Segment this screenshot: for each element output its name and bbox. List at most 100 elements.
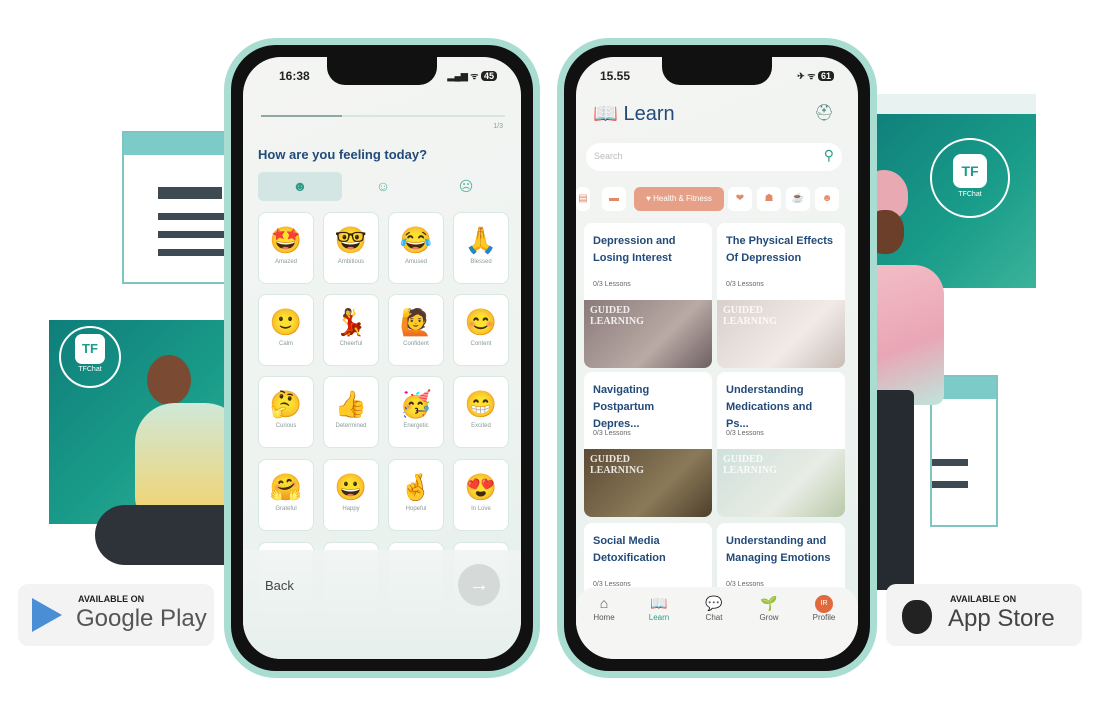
emotion-label: Confident [403,341,429,347]
emotion-in-love[interactable]: 😍 In Love [453,459,509,531]
course-title: Understanding Medications and Ps... [726,384,813,430]
search-input[interactable]: Search ⚲ [586,143,842,171]
nav-label: Chat [705,613,723,622]
bottom-bar: Back → [243,550,521,659]
reader-icon[interactable]: ⛑ [814,103,834,123]
course-title: Social Media Detoxification [593,535,666,564]
nav-label: Home [593,613,615,622]
category-chip-mind[interactable]: ☻ [815,187,839,211]
emotion-label: Calm [278,341,293,347]
emoji-icon: 😁 [464,389,498,419]
app-store-badge[interactable]: AVAILABLE ON App Store [886,584,1082,646]
emotion-label: Cheerful [339,341,363,347]
decor-line [158,187,222,199]
decor-window-left [122,131,226,284]
emoji-icon: 🙂 [269,307,303,337]
emoji-icon: 🤓 [334,225,368,255]
emotion-content[interactable]: 😊 Content [453,294,509,366]
category-chip-habits[interactable]: ☕ [786,187,810,211]
emotion-amazed[interactable]: 🤩 Amazed [258,212,314,284]
emotion-amused[interactable]: 😂 Amused [388,212,444,284]
emoji-icon: 💃 [334,307,368,337]
phone-screen: 15.55 ✈ ᯤ 61 📖 Learn ⛑ Search ⚲ ▤ ▬ ♥ He… [576,57,858,659]
next-button[interactable]: → [458,564,500,606]
emotion-excited[interactable]: 😁 Excited [453,376,509,448]
emoji-icon: 😍 [464,472,498,502]
learn-icon: 📖 [650,595,668,611]
sad-face-icon: ☹ [458,178,474,194]
emotion-label: Excited [471,423,491,429]
tfchat-logo-mark: TF [953,154,987,188]
decor-line [158,249,224,256]
emotion-label: Blessed [470,259,492,265]
nav-home[interactable]: ⌂ Home [584,595,624,622]
emotion-ambitious[interactable]: 🤓 Ambitious [323,212,379,284]
category-chip-work[interactable]: ▬ [602,187,626,211]
image-caption: GUIDED LEARNING [590,305,644,327]
lesson-count: 0/3 Lessons [726,281,764,288]
course-card[interactable]: Navigating Postpartum Depres... 0/3 Lesso… [584,372,712,517]
course-card[interactable]: The Physical Effects Of Depression 0/3 Le… [717,223,845,368]
category-chip-relationships[interactable]: ❤ [728,187,752,211]
category-chip-family[interactable]: ☗ [757,187,781,211]
course-title: Understanding and Managing Emotions [726,535,831,564]
search-icon[interactable]: ⚲ [824,147,834,164]
emotion-curious[interactable]: 🤔 Curious [258,376,314,448]
emoji-icon: 🤞 [399,472,433,502]
mood-tab-sad[interactable]: ☹ [424,172,508,201]
course-card[interactable]: Depression and Losing Interest 0/3 Lesson… [584,223,712,368]
back-button[interactable]: Back [265,578,294,593]
emotion-label: In Love [471,506,491,512]
man-head [147,355,191,405]
emoji-icon: 😂 [399,225,433,255]
badge-small-text: AVAILABLE ON [78,594,145,604]
home-icon: ⌂ [599,595,609,611]
emotion-label: Energetic [403,423,429,429]
mood-tab-happy[interactable]: ☻ [258,172,342,201]
category-chip-health-fitness[interactable]: ♥ Health & Fitness [634,187,724,211]
apple-icon [902,600,932,634]
emotion-label: Amused [404,259,427,265]
google-play-badge[interactable]: AVAILABLE ON Google Play [18,584,214,646]
emoji-icon: 🙏 [464,225,498,255]
emotion-happy[interactable]: 😀 Happy [323,459,379,531]
grow-icon: 🌱 [760,595,778,611]
category-chip[interactable]: ▤ [576,187,590,211]
nav-label: Profile [812,613,836,622]
nav-label: Grow [759,613,779,622]
nav-grow[interactable]: 🌱 Grow [749,595,789,622]
nav-learn[interactable]: 📖 Learn [639,595,679,622]
emotion-blessed[interactable]: 🙏 Blessed [453,212,509,284]
course-image: GUIDED LEARNING [584,300,712,368]
nav-chat[interactable]: 💬 Chat [694,595,734,622]
phone-notch [327,57,437,85]
emotion-determined[interactable]: 👍 Determined [323,376,379,448]
badge-store-name: App Store [948,605,1055,632]
course-image: GUIDED LEARNING [717,449,845,517]
neutral-face-icon: ☺ [375,178,391,194]
mood-tab-neutral[interactable]: ☺ [341,172,425,201]
emoji-icon: 🙋 [399,307,433,337]
lesson-count: 0/3 Lessons [593,430,631,437]
course-card[interactable]: Understanding Medications and Ps... 0/3 L… [717,372,845,517]
emoji-icon: 🤗 [269,472,303,502]
emotion-label: Hopeful [405,506,427,512]
emotion-hopeful[interactable]: 🤞 Hopeful [388,459,444,531]
chat-icon: 💬 [705,595,723,611]
search-placeholder: Search [594,151,623,161]
course-title: Depression and Losing Interest [593,235,676,264]
window-title-bar [124,133,224,155]
nav-profile[interactable]: IR Profile [804,595,844,622]
emoji-icon: 🤔 [269,389,303,419]
emoji-icon: 👍 [334,389,368,419]
emotion-cheerful[interactable]: 💃 Cheerful [323,294,379,366]
status-icons: ▂▄▆ ᯤ 45 [448,69,497,82]
emotion-calm[interactable]: 🙂 Calm [258,294,314,366]
emotion-label: Ambitious [337,259,365,265]
emotion-energetic[interactable]: 🥳 Energetic [388,376,444,448]
emotion-grateful[interactable]: 🤗 Grateful [258,459,314,531]
emoji-icon: 🤩 [269,225,303,255]
signal-wifi-icon: ▂▄▆ ᯤ [447,71,481,81]
emotion-label: Curious [275,423,297,429]
emotion-confident[interactable]: 🙋 Confident [388,294,444,366]
